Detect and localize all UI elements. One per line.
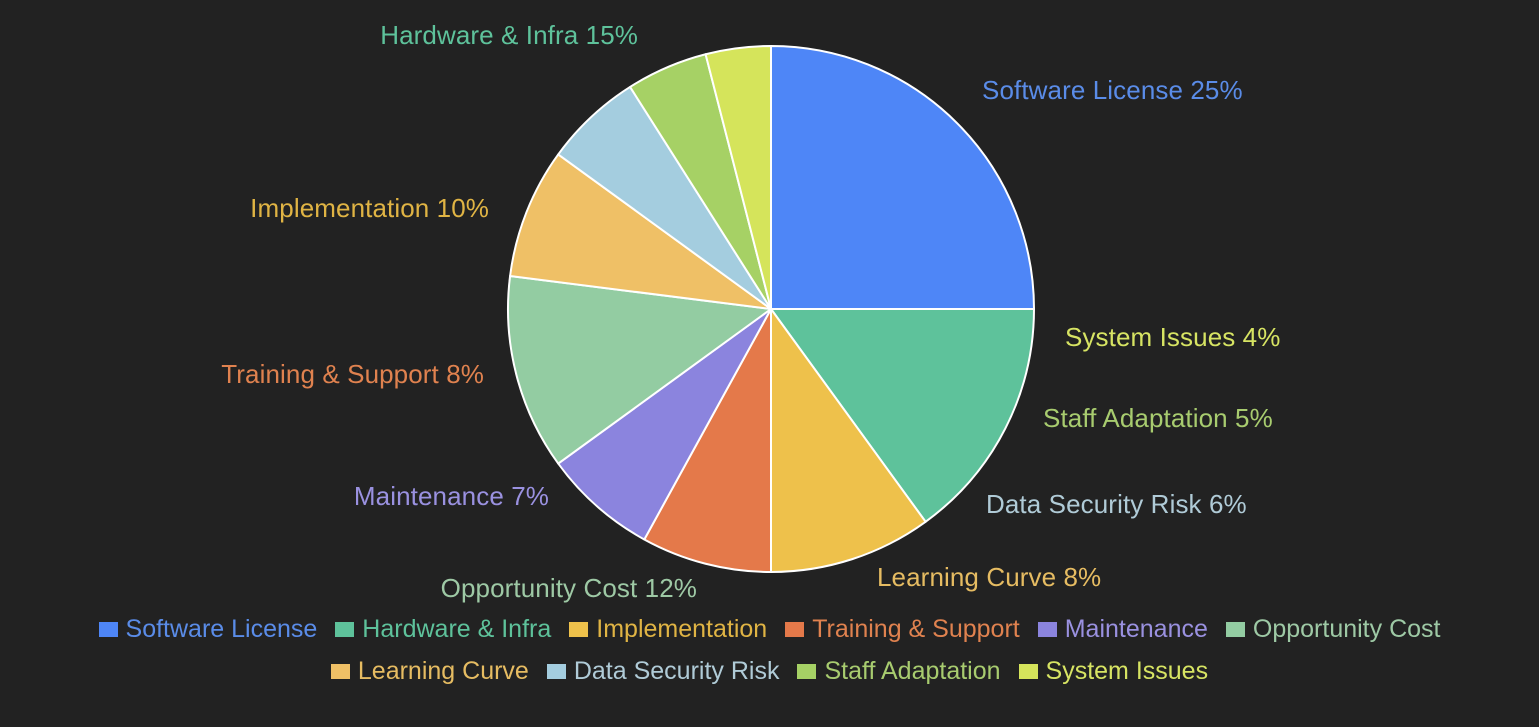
pie-slice-label: Training & Support 8% (221, 359, 484, 389)
legend-label: Staff Adaptation (824, 657, 1001, 685)
legend-label: Training & Support (812, 615, 1020, 643)
legend-item[interactable]: Training & Support (785, 615, 1020, 643)
legend-swatch-icon (785, 621, 805, 637)
legend-swatch-icon (335, 621, 355, 637)
legend-swatch-icon (98, 621, 118, 637)
legend-item[interactable]: Staff Adaptation (797, 657, 1001, 685)
legend-swatch-icon (1018, 663, 1038, 679)
pie-chart-figure: Software License 25% Hardware & Infra 15%… (0, 0, 1539, 727)
legend-label: Software License (125, 615, 318, 643)
legend-label: Maintenance (1064, 615, 1208, 643)
legend-row: Learning Curve Data Security Risk Staff Ad… (0, 650, 1539, 692)
chart-legend: Software License Hardware & Infra Implemen… (0, 608, 1539, 727)
legend-swatch-icon (1037, 621, 1057, 637)
legend-swatch-icon (797, 663, 817, 679)
pie-slice-group (507, 45, 1035, 573)
legend-swatch-icon (1225, 621, 1245, 637)
pie-slice-label: Hardware & Infra 15% (380, 20, 638, 50)
pie-slice-label: Staff Adaptation 5% (1043, 403, 1273, 433)
legend-item[interactable]: Maintenance (1037, 615, 1208, 643)
pie-slice-label: System Issues 4% (1065, 322, 1281, 352)
pie-plot-area: Software License 25% Hardware & Infra 15%… (0, 0, 1539, 610)
pie-slice-label: Implementation 10% (250, 193, 489, 223)
legend-swatch-icon (546, 663, 566, 679)
legend-item[interactable]: System Issues (1018, 657, 1209, 685)
legend-item[interactable]: Opportunity Cost (1225, 615, 1441, 643)
legend-swatch-icon (569, 621, 589, 637)
legend-label: System Issues (1045, 657, 1209, 685)
pie-svg (507, 45, 1035, 573)
pie-slice-label: Learning Curve 8% (877, 562, 1102, 592)
legend-swatch-icon (330, 663, 350, 679)
pie-slice-label: Opportunity Cost 12% (440, 573, 697, 603)
pie-slice-label: Maintenance 7% (353, 481, 549, 511)
legend-item[interactable]: Implementation (569, 615, 767, 643)
pie-slice-label: Data Security Risk 6% (986, 489, 1247, 519)
legend-item[interactable]: Learning Curve (330, 657, 529, 685)
legend-label: Data Security Risk (573, 657, 780, 685)
legend-item[interactable]: Hardware & Infra (335, 615, 551, 643)
legend-row: Software License Hardware & Infra Implemen… (0, 608, 1539, 650)
legend-label: Implementation (596, 615, 768, 643)
legend-label: Hardware & Infra (362, 615, 552, 643)
legend-item[interactable]: Software License (98, 615, 318, 643)
legend-label: Opportunity Cost (1252, 615, 1441, 643)
pie-slice-label: Software License 25% (982, 75, 1243, 105)
legend-item[interactable]: Data Security Risk (546, 657, 780, 685)
legend-label: Learning Curve (357, 657, 529, 685)
